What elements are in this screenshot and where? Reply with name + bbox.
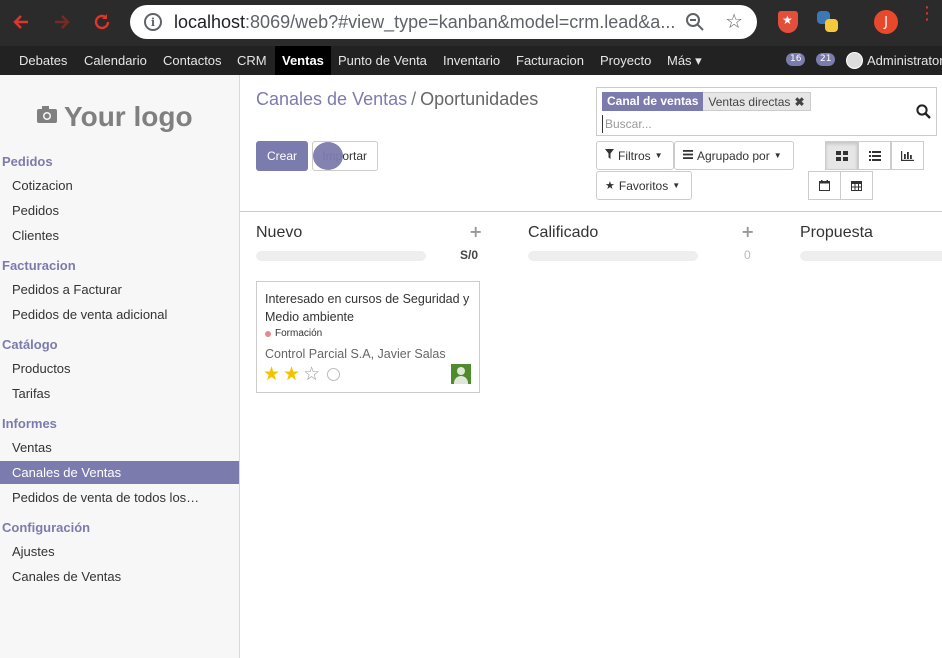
sidebar-item-tarifas[interactable]: Tarifas — [0, 382, 239, 405]
filter-icon — [605, 149, 614, 162]
breadcrumb-current: Oportunidades — [420, 89, 539, 109]
app-top-menu: Debates Calendario Contactos CRM Ventas … — [0, 46, 942, 75]
main-content: Canales de Ventas / Oportunidades Importar… — [240, 75, 942, 658]
table-icon — [851, 180, 862, 191]
section-catalogo: Catálogo — [2, 337, 58, 352]
column-sum: S/0 — [460, 248, 479, 262]
kanban-card[interactable]: Interesado en cursos de Seguridad y Medi… — [256, 281, 480, 393]
sidebar-item-canales-de-ventas[interactable]: Canales de Ventas — [0, 461, 239, 484]
search-box[interactable]: Canal de ventas Ventas directas ✖ — [596, 87, 937, 136]
user-avatar[interactable] — [846, 52, 863, 69]
section-configuracion: Configuración — [2, 520, 91, 535]
menu-inventario[interactable]: Inventario — [436, 46, 507, 75]
reload-icon[interactable] — [90, 10, 114, 34]
star-empty-icon[interactable]: ☆ — [303, 364, 320, 384]
graph-view-button[interactable] — [891, 141, 924, 170]
sidebar-item-ventas[interactable]: Ventas — [0, 436, 239, 459]
extension-python-icon[interactable] — [817, 11, 839, 33]
column-progressbar — [528, 251, 698, 261]
search-icon[interactable] — [916, 104, 931, 123]
column-title-calificado[interactable]: Calificado — [528, 224, 598, 242]
forward-arrow-icon[interactable] — [50, 10, 74, 34]
tag-color-dot — [265, 330, 271, 337]
filters-dropdown[interactable]: Filtros ▼ — [596, 141, 674, 170]
menu-debates[interactable]: Debates — [12, 46, 74, 75]
sidebar-item-clientes[interactable]: Clientes — [0, 224, 239, 247]
card-title: Interesado en cursos de Seguridad y Medi… — [265, 292, 470, 324]
list-view-button[interactable] — [858, 141, 891, 170]
section-facturacion: Facturacion — [2, 258, 76, 273]
favorites-dropdown[interactable]: ★ Favoritos ▼ — [596, 171, 692, 200]
list-view-icon — [868, 150, 881, 161]
click-indicator — [313, 142, 343, 170]
sidebar-item-productos[interactable]: Productos — [0, 357, 239, 380]
extension-shield-icon[interactable] — [778, 11, 798, 33]
pivot-view-button[interactable] — [840, 171, 873, 200]
menu-ventas[interactable]: Ventas — [275, 46, 331, 75]
menu-punto-de-venta[interactable]: Punto de Venta — [331, 46, 434, 75]
sidebar-item-pedidos[interactable]: Pedidos — [0, 199, 239, 222]
sidebar: Your logo Pedidos Cotizacion Pedidos Cli… — [0, 75, 240, 658]
section-informes: Informes — [2, 416, 57, 431]
salesperson-avatar — [451, 364, 471, 384]
column-progressbar — [256, 251, 426, 261]
calendar-view-button[interactable] — [808, 171, 841, 200]
sidebar-item-cotizacion[interactable]: Cotizacion — [0, 174, 239, 197]
card-tag: Formación — [265, 328, 322, 339]
priority-stars[interactable]: ★ ★ ☆ — [263, 364, 341, 384]
create-button[interactable]: Crear — [256, 141, 308, 171]
kanban-view-button[interactable] — [825, 141, 858, 170]
menu-mas[interactable]: Más ▾ — [660, 46, 709, 75]
url-text: localhost:8069/web?#view_type=kanban&mod… — [174, 11, 674, 32]
card-partner: Control Parcial S.A, Javier Salas — [265, 347, 446, 361]
column-progressbar — [800, 251, 942, 261]
activity-clock-icon[interactable] — [327, 367, 341, 381]
sidebar-item-pedidos-venta-adicional[interactable]: Pedidos de venta adicional — [0, 303, 239, 326]
kanban-icon — [835, 150, 848, 161]
address-bar[interactable]: i localhost:8069/web?#view_type=kanban&m… — [130, 5, 757, 39]
company-logo: Your logo — [36, 95, 206, 139]
breadcrumb: Canales de Ventas / Oportunidades — [256, 89, 539, 109]
breadcrumb-parent[interactable]: Canales de Ventas — [256, 89, 407, 109]
browser-chrome: i localhost:8069/web?#view_type=kanban&m… — [0, 0, 942, 46]
section-pedidos: Pedidos — [2, 154, 53, 169]
messages-badge[interactable]: 16 — [786, 53, 806, 66]
search-facet[interactable]: Canal de ventas Ventas directas ✖ — [602, 92, 811, 111]
menu-proyecto[interactable]: Proyecto — [593, 46, 658, 75]
column-sum: 0 — [744, 248, 751, 262]
quick-create-icon[interactable]: + — [741, 222, 754, 241]
calendar-icon — [819, 180, 830, 191]
column-title-propuesta[interactable]: Propuesta — [800, 224, 873, 242]
control-panel-divider — [240, 211, 942, 212]
menu-crm[interactable]: CRM — [230, 46, 274, 75]
star-filled-icon[interactable]: ★ — [283, 364, 300, 384]
star-filled-icon[interactable]: ★ — [263, 364, 280, 384]
menu-calendario[interactable]: Calendario — [77, 46, 154, 75]
groupby-dropdown[interactable]: Agrupado por ▼ — [674, 141, 794, 170]
profile-avatar[interactable]: J — [874, 10, 898, 34]
camera-icon — [36, 104, 58, 130]
bar-chart-icon — [901, 150, 914, 161]
zoom-icon[interactable] — [685, 12, 705, 36]
menu-contactos[interactable]: Contactos — [156, 46, 229, 75]
sidebar-item-pedidos-todos[interactable]: Pedidos de venta de todos los… — [0, 486, 239, 509]
activities-badge[interactable]: 21 — [816, 53, 836, 66]
list-icon — [683, 149, 693, 162]
star-icon: ★ — [605, 180, 615, 192]
bookmark-star-icon[interactable]: ☆ — [725, 9, 743, 33]
sidebar-item-pedidos-a-facturar[interactable]: Pedidos a Facturar — [0, 278, 239, 301]
column-title-nuevo[interactable]: Nuevo — [256, 224, 302, 242]
remove-facet-icon[interactable]: ✖ — [794, 95, 804, 109]
user-name[interactable]: Administrator — [867, 46, 942, 75]
quick-create-icon[interactable]: + — [469, 222, 482, 241]
menu-facturacion[interactable]: Facturacion — [509, 46, 591, 75]
sidebar-item-config-canales[interactable]: Canales de Ventas — [0, 565, 239, 588]
back-arrow-icon[interactable] — [9, 10, 33, 34]
info-icon[interactable]: i — [144, 13, 162, 31]
search-input[interactable] — [602, 115, 902, 133]
sidebar-item-ajustes[interactable]: Ajustes — [0, 540, 239, 563]
browser-menu-icon[interactable]: ⋮ — [918, 5, 936, 34]
